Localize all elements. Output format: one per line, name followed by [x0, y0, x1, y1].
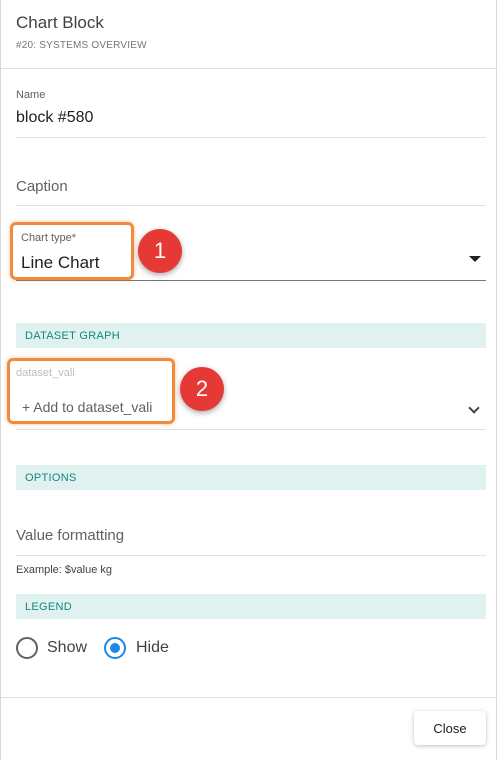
caption-underline [16, 205, 486, 206]
highlight-box-chart-type [10, 222, 134, 280]
legend-hide-label[interactable]: Hide [136, 639, 169, 657]
highlight-box-dataset [7, 358, 175, 424]
chart-type-underline [16, 280, 486, 281]
caption-input[interactable]: Caption [16, 178, 68, 195]
dataset-graph-section-title: DATASET GRAPH [25, 330, 120, 342]
legend-show-radio[interactable] [16, 637, 38, 659]
dataset-graph-section-header: DATASET GRAPH [16, 323, 486, 348]
options-section-title: OPTIONS [25, 472, 77, 484]
close-button[interactable]: Close [414, 711, 486, 745]
value-formatting-underline [16, 555, 486, 556]
dialog-subtitle: #20: SYSTEMS OVERVIEW [16, 40, 147, 51]
step-marker-1: 1 [138, 229, 182, 273]
chevron-down-icon[interactable] [468, 402, 480, 414]
value-formatting-input[interactable]: Value formatting [16, 527, 124, 544]
dialog-title: Chart Block [16, 13, 104, 32]
step-marker-2: 2 [180, 367, 224, 411]
name-label: Name [16, 89, 46, 101]
options-section-header: OPTIONS [16, 465, 486, 490]
name-underline [16, 137, 486, 138]
value-formatting-hint: Example: $value kg [16, 564, 112, 576]
dataset-underline [16, 429, 486, 430]
legend-show-label[interactable]: Show [47, 639, 87, 657]
dialog-header: Chart Block #20: SYSTEMS OVERVIEW [1, 0, 497, 69]
dropdown-arrow-icon[interactable] [469, 256, 481, 262]
chart-block-dialog: Chart Block #20: SYSTEMS OVERVIEW Name b… [0, 0, 497, 760]
legend-section-title: LEGEND [25, 601, 73, 613]
legend-hide-radio[interactable] [104, 637, 126, 659]
footer-divider [1, 697, 497, 698]
name-input[interactable]: block #580 [16, 109, 93, 127]
legend-section-header: LEGEND [16, 594, 486, 619]
